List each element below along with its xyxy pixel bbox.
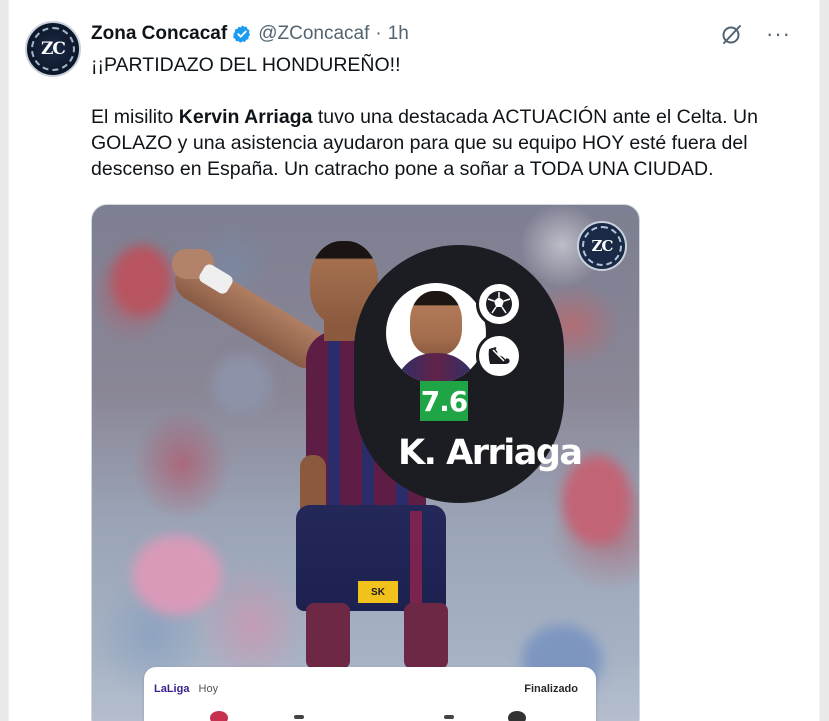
match-status: Finalizado (524, 683, 578, 695)
crowd-blur (212, 355, 272, 415)
player-leg-left (306, 603, 350, 669)
avatar-logo-text: ZC (31, 27, 75, 71)
home-team-crest-icon (210, 711, 228, 721)
league-info: LaLiga Hoy (154, 683, 218, 695)
score-marker (444, 715, 454, 719)
author-name[interactable]: Zona Concacaf (91, 23, 227, 45)
player-card-name: K. Arriaga (398, 433, 583, 473)
tweet-text-body: El misilito Kervin Arriaga tuvo una dest… (91, 104, 801, 182)
author-handle[interactable]: @ZConcacaf (258, 23, 369, 45)
away-team-crest-icon (508, 711, 526, 721)
bold-player-name: Kervin Arriaga (178, 106, 313, 128)
separator-dot: · (375, 23, 382, 44)
zona-concacaf-logo: ZC (577, 221, 627, 271)
tweet-header: Zona Concacaf @ZConcacaf · 1h (91, 22, 409, 46)
boot-icon (476, 333, 522, 379)
tweet-text-line1: ¡¡PARTIDAZO DEL HONDUREÑO!! (91, 54, 401, 76)
crowd-blur (132, 535, 222, 615)
score-marker (294, 715, 304, 719)
text-before-bold: El misilito (91, 106, 179, 128)
tweet-media-image[interactable]: ZC SK 7.6 K. Arriaga LaLiga Hoy Finaliza… (91, 204, 640, 721)
league-name: LaLiga (154, 683, 190, 695)
ball-icon (476, 281, 522, 327)
logo-text: ZC (582, 226, 622, 266)
verified-badge-icon (233, 25, 251, 43)
header-actions: ··· (720, 22, 791, 46)
sponsor-patch: SK (358, 581, 398, 603)
tweet-card[interactable]: ZC Zona Concacaf @ZConcacaf · 1h ··· ¡¡P… (8, 0, 820, 721)
crowd-blur (112, 245, 172, 315)
more-options-icon[interactable]: ··· (766, 22, 791, 46)
headshot-shirt (394, 353, 478, 383)
player-rating: 7.6 (420, 381, 468, 421)
match-day: Hoy (198, 683, 219, 695)
tweet-text: ¡¡PARTIDAZO DEL HONDUREÑO!! El misilito … (91, 52, 801, 182)
player-leg-right (404, 603, 448, 669)
match-score-card: LaLiga Hoy Finalizado (144, 667, 596, 721)
grok-icon[interactable] (720, 22, 744, 46)
player-headshot (386, 283, 486, 383)
headshot-face (410, 291, 462, 355)
shorts-stripe (410, 511, 422, 605)
post-time[interactable]: 1h (388, 23, 409, 45)
author-avatar[interactable]: ZC (25, 21, 81, 77)
